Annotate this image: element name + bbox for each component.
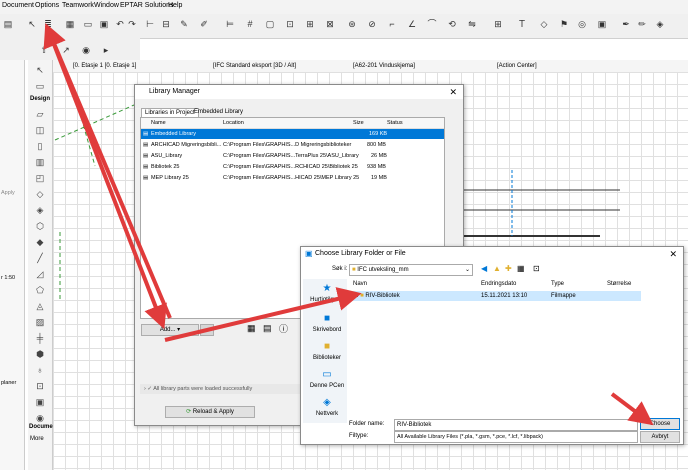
arrow-to-add <box>48 33 167 330</box>
arrow-to-folder <box>164 287 362 342</box>
annotation-arrows <box>43 22 654 426</box>
arrow-to-choose <box>610 392 654 426</box>
